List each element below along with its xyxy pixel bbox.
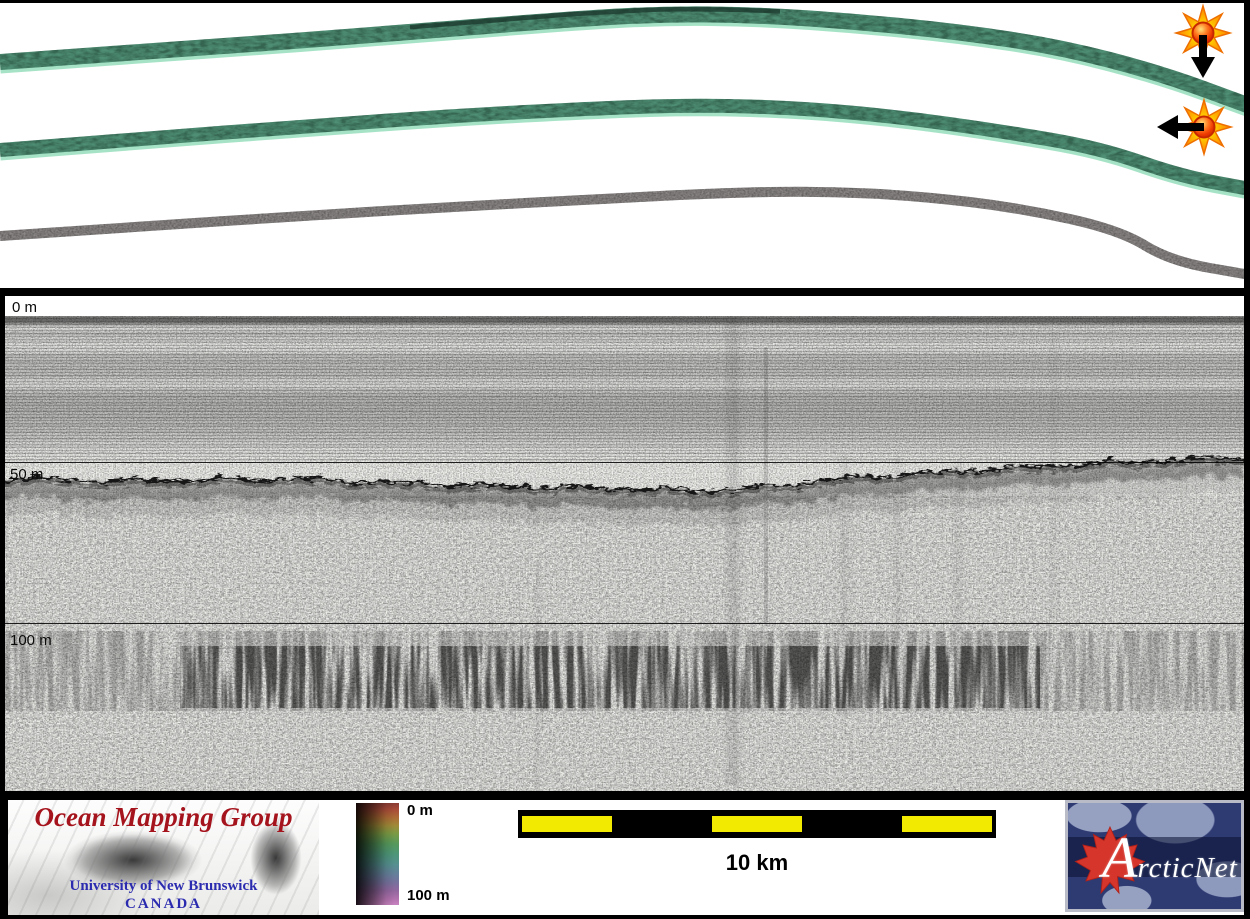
footer-band: Ocean Mapping Group University of New Br… [8, 800, 1244, 915]
scalebar-segment [902, 816, 992, 832]
water-column-artifact [890, 456, 906, 701]
scalebar-segment [522, 816, 612, 832]
water-column-artifact [836, 456, 854, 716]
swath-lines [0, 6, 1250, 280]
water-column-artifact [950, 461, 966, 696]
scalebar-segment [712, 816, 802, 832]
distance-scalebar [518, 810, 996, 838]
frame-bottom [0, 915, 1250, 919]
figure: 0 m 50 m 100 m Ocean Mapping Group Unive… [0, 0, 1250, 919]
panel-separator [0, 288, 1250, 296]
colorbar-bottom-label: 100 m [407, 887, 450, 904]
subbottom-profile-panel: 0 m 50 m 100 m [5, 296, 1244, 791]
colorbar-top-label: 0 m [407, 802, 433, 819]
ocean-mapping-group-logo: Ocean Mapping Group University of New Br… [8, 800, 319, 915]
depth-label-0m: 0 m [12, 299, 38, 316]
scalebar-label: 10 km [725, 850, 789, 875]
arcticnet-logo: ArcticNet [1065, 800, 1244, 912]
depth-colorbar [356, 803, 399, 905]
arcticnet-wordmark: ArcticNet [1102, 829, 1241, 887]
depth-zero-band [5, 296, 1244, 316]
swath-coverage-graphic [0, 3, 1250, 280]
water-column-artifact [532, 561, 544, 791]
frame-top [0, 0, 1250, 3]
frame-left-footer [0, 800, 8, 919]
omg-title: Ocean Mapping Group [34, 802, 293, 832]
frame-left-echogram [0, 296, 5, 791]
swath-coverage-panel [0, 0, 1250, 288]
water-column-artifact [764, 348, 768, 623]
omg-subtitle: University of New Brunswick [69, 878, 258, 894]
panel-separator [0, 791, 1250, 800]
depth-label-50m: 50 m [10, 466, 44, 483]
depth-line-50m [5, 462, 1244, 463]
depth-label-100m: 100 m [10, 632, 52, 649]
water-column-artifact [1048, 331, 1060, 621]
frame-right [1244, 0, 1250, 919]
arcticnet-initial: A [1102, 825, 1138, 890]
depth-line-100m [5, 623, 1244, 624]
omg-country: CANADA [125, 896, 202, 912]
arcticnet-rest: rcticNet [1137, 852, 1238, 884]
water-column-artifact [722, 316, 744, 786]
